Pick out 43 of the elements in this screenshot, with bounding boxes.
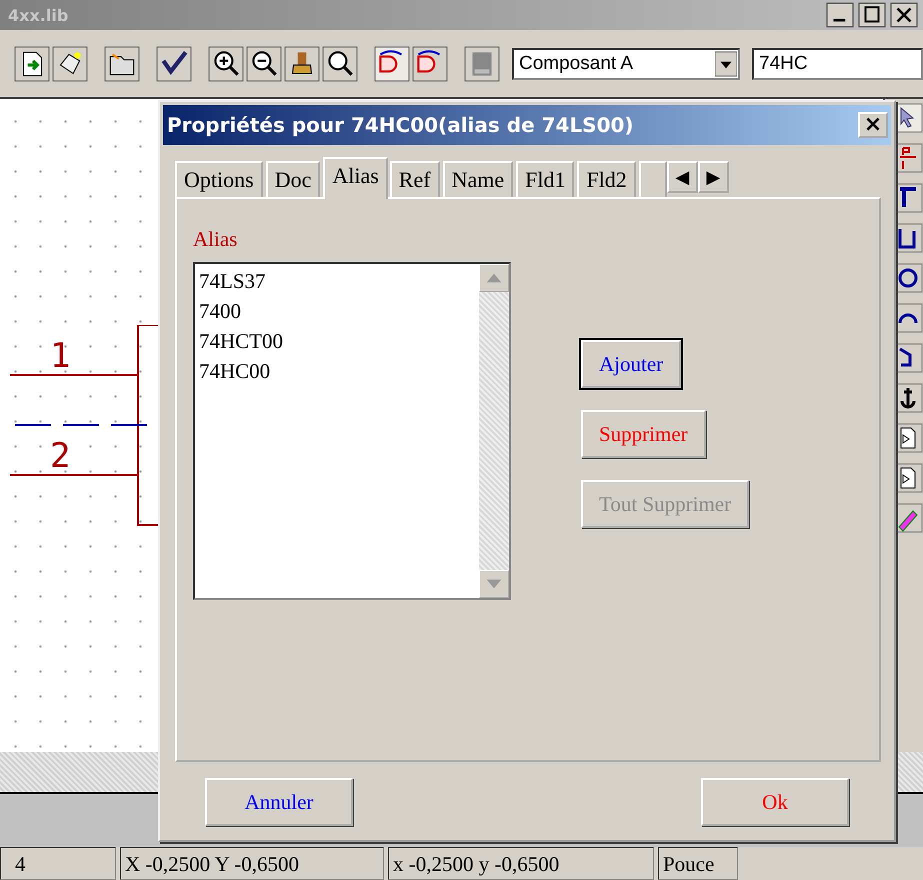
dialog-title: Propriétés pour 74HC00(alias de 74LS00) bbox=[167, 113, 634, 137]
folder-icon[interactable] bbox=[104, 46, 140, 82]
dropdown-arrow-icon[interactable] bbox=[715, 50, 737, 76]
section-label: Alias bbox=[193, 227, 238, 252]
tab-scroll-button[interactable]: ▶ bbox=[698, 161, 729, 193]
alias-list[interactable]: 74LS37 7400 74HCT00 74HC00 bbox=[193, 262, 511, 600]
tab[interactable]: Name bbox=[442, 161, 514, 197]
tab[interactable]: Fld2 bbox=[577, 161, 636, 197]
footer-button[interactable]: Annuler bbox=[205, 778, 353, 826]
zoom-in-icon[interactable] bbox=[208, 46, 244, 82]
zoom-out-icon[interactable] bbox=[246, 46, 282, 82]
gate-icon[interactable] bbox=[412, 46, 448, 82]
part-field[interactable]: 74HC bbox=[752, 48, 923, 80]
tab[interactable]: Ref bbox=[390, 161, 440, 197]
tab[interactable]: Alias bbox=[323, 157, 388, 199]
status-field: 4 bbox=[0, 847, 116, 880]
maximize-icon[interactable] bbox=[857, 2, 887, 28]
pin-number: 1 bbox=[50, 339, 70, 373]
pin-number: 2 bbox=[50, 439, 70, 473]
status-field: x -0,2500 y -0,6500 bbox=[388, 847, 654, 880]
list-item[interactable]: 74LS37 bbox=[199, 266, 266, 296]
tab[interactable]: Fld1 bbox=[516, 161, 574, 197]
list-item[interactable]: 74HCT00 bbox=[199, 326, 283, 356]
scroll-down-icon[interactable] bbox=[479, 570, 509, 598]
tab-scroll-button[interactable]: ◀ bbox=[666, 161, 698, 193]
minimize-icon[interactable] bbox=[825, 2, 855, 28]
scroll-up-icon[interactable] bbox=[479, 264, 509, 292]
window-title: 4xx.lib bbox=[8, 6, 68, 24]
brush-icon[interactable] bbox=[284, 46, 320, 82]
vertical-scrollbar[interactable] bbox=[479, 264, 509, 598]
tab[interactable]: Options bbox=[175, 161, 263, 197]
list-item[interactable]: 74HC00 bbox=[199, 356, 270, 386]
action-button[interactable]: Ajouter bbox=[581, 340, 682, 388]
status-field: Pouce bbox=[658, 847, 738, 880]
status-field: X -0,2500 Y -0,6500 bbox=[120, 847, 384, 880]
gate-icon[interactable] bbox=[374, 46, 410, 82]
magnifier-icon[interactable] bbox=[322, 46, 358, 82]
list-item[interactable]: 7400 bbox=[199, 296, 241, 326]
close-icon[interactable] bbox=[889, 2, 919, 28]
close-button[interactable]: × bbox=[858, 112, 888, 138]
tab[interactable]: Doc bbox=[266, 161, 320, 197]
check-icon[interactable] bbox=[156, 46, 192, 82]
unit-select[interactable]: Composant A bbox=[512, 48, 740, 80]
